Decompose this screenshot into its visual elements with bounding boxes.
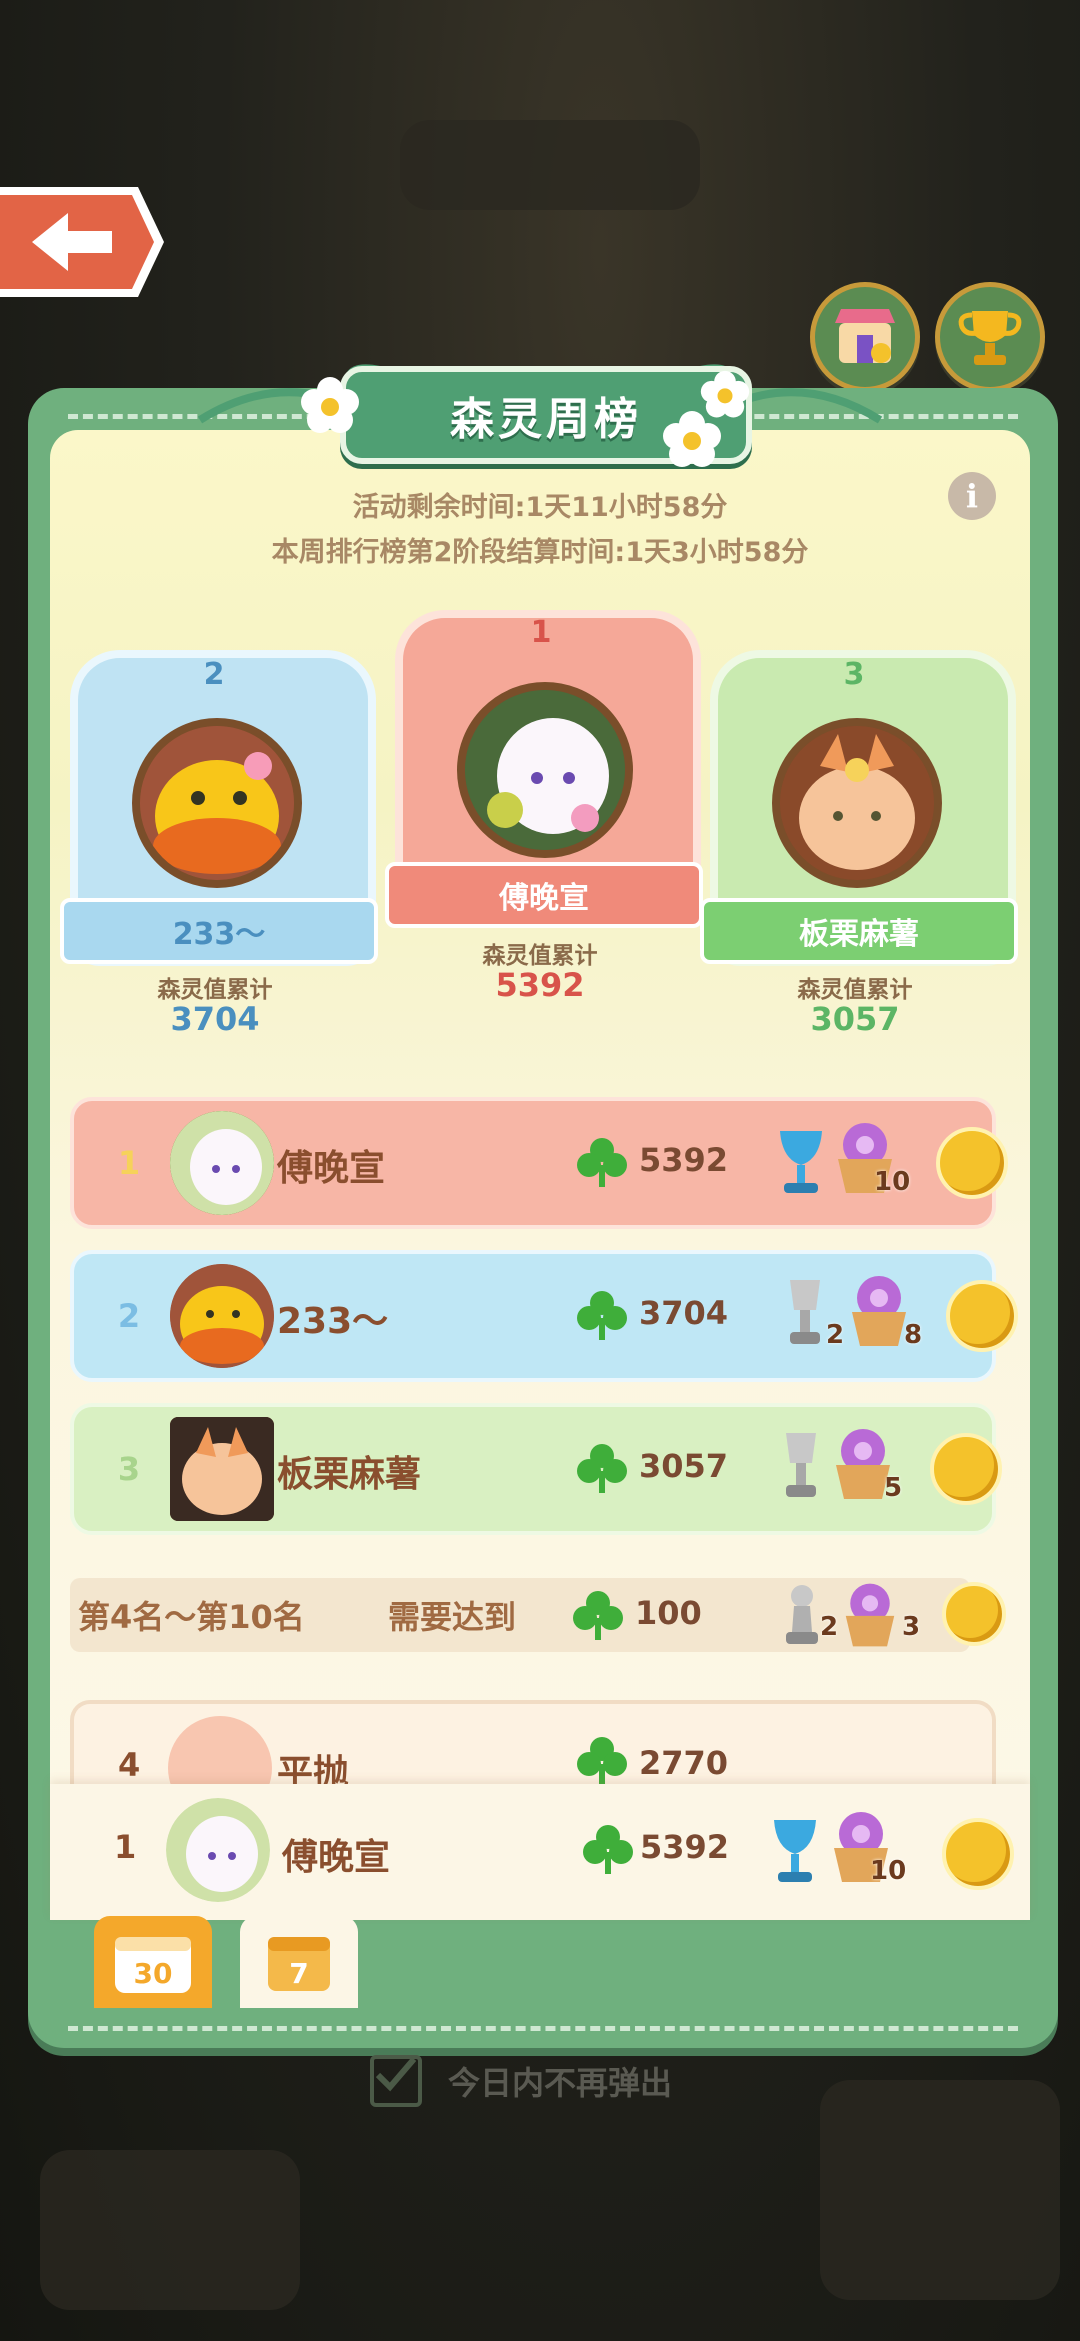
- tier-requirement-label: 需要达到: [388, 1598, 517, 1636]
- row-rank: 4: [118, 1746, 141, 1784]
- podium-rank-number: 1: [530, 615, 552, 650]
- row-rank: 3: [117, 1450, 141, 1488]
- tier-requirement-row: 第4名～第10名 需要达到 100 2 3: [70, 1578, 1006, 1652]
- podium-name: 板栗麻薯: [700, 898, 1018, 964]
- tier-rank-range: 第4名～第10名: [78, 1598, 305, 1636]
- row-name: 板栗麻薯: [277, 1454, 422, 1495]
- podium-rank-number: 2: [203, 657, 225, 692]
- basket-count: 10: [870, 1856, 907, 1886]
- row-score: 5392: [639, 1141, 729, 1179]
- podium-name: 233～: [60, 898, 378, 964]
- clover-icon: [573, 1591, 623, 1640]
- clover-icon: [577, 1737, 627, 1786]
- avatar: [132, 718, 302, 888]
- clover-icon: [577, 1138, 627, 1187]
- row-name: 平抛: [277, 1753, 350, 1788]
- trophy-icon-button[interactable]: [935, 282, 1045, 392]
- settlement-time: 本周排行榜第2阶段结算时间:1天3小时58分: [271, 537, 809, 568]
- clover-icon: [577, 1291, 627, 1340]
- clover-icon: [583, 1825, 633, 1874]
- leaderboard-row-4[interactable]: 4 平抛 2770: [70, 1700, 996, 1788]
- row-score: 3057: [639, 1447, 729, 1485]
- avatar: [170, 1417, 274, 1521]
- panel-border-bottom: [68, 2026, 1018, 2031]
- row-score: 2770: [639, 1744, 729, 1782]
- avatar: [457, 682, 633, 858]
- podium-score-label: 森灵值累计: [797, 977, 913, 1003]
- silver-trophy-icon: [790, 1280, 820, 1344]
- leaderboard-row-3[interactable]: 3 板栗麻薯 3057 5: [70, 1403, 1002, 1535]
- background-decoration: [400, 120, 700, 210]
- my-name: 傅晚宣: [282, 1837, 391, 1878]
- podium-score: 3704: [170, 1000, 260, 1038]
- tab-label: 7: [289, 1957, 308, 1990]
- back-button[interactable]: [0, 183, 168, 301]
- my-score: 5392: [640, 1828, 730, 1866]
- row-name: 傅晚宣: [277, 1148, 386, 1189]
- row-score: 3704: [639, 1294, 729, 1332]
- tab-7-day[interactable]: 7: [240, 1916, 358, 2008]
- silver-pawn-icon: [786, 1585, 818, 1644]
- coin-icon: [936, 1127, 1008, 1199]
- blue-trophy-icon: [774, 1820, 816, 1882]
- clover-icon: [577, 1444, 627, 1493]
- avatar: [168, 1716, 272, 1788]
- calendar-30-icon: 30: [115, 1937, 191, 1993]
- basket-count: 5: [884, 1473, 903, 1503]
- tab-label: 30: [134, 1957, 173, 1990]
- my-rank-row[interactable]: 1 傅晚宣 5392 10: [50, 1784, 1030, 1920]
- activity-remaining-time: 活动剩余时间:1天11小时58分: [352, 492, 728, 523]
- background-decoration: [40, 2150, 300, 2310]
- row-rank: 2: [117, 1297, 141, 1335]
- avatar: [170, 1111, 274, 1215]
- dont-show-today-toggle[interactable]: 今日内不再弹出: [370, 2055, 672, 2107]
- coin-icon: [942, 1818, 1014, 1890]
- flower-basket-icon: [845, 1583, 895, 1647]
- flower-icon: [301, 377, 359, 433]
- info-icon[interactable]: i: [948, 472, 996, 520]
- checkmark-icon: [375, 2057, 416, 2092]
- silver-trophy-icon: [786, 1433, 816, 1497]
- leaderboard-row-2[interactable]: 2 233～ 3704 2 8: [70, 1250, 1018, 1382]
- podium-score: 5392: [495, 966, 585, 1004]
- flower-basket-icon: [852, 1276, 906, 1346]
- background-decoration: [820, 2080, 1060, 2300]
- trophy-count: 2: [826, 1320, 845, 1350]
- calendar-7-icon: 7: [268, 1937, 330, 1991]
- checkbox[interactable]: [370, 2055, 422, 2107]
- tab-30-day[interactable]: 30: [94, 1916, 212, 2008]
- blue-trophy-icon: [780, 1131, 822, 1193]
- podium-name: 傅晚宣: [385, 862, 703, 928]
- trophy-count: 2: [820, 1612, 839, 1642]
- coin-icon: [942, 1582, 1006, 1646]
- avatar: [170, 1264, 274, 1368]
- my-rank: 1: [114, 1828, 137, 1866]
- podium-score: 3057: [810, 1000, 900, 1038]
- leaderboard-row-1[interactable]: 1 傅晚宣 5392 10: [70, 1097, 1008, 1229]
- row-rank: 1: [117, 1144, 141, 1182]
- flower-icon: [663, 411, 721, 467]
- podium-score-label: 森灵值累计: [157, 977, 273, 1003]
- podium-score-label: 森灵值累计: [482, 943, 598, 969]
- tier-score: 100: [635, 1594, 702, 1632]
- dont-show-today-label: 今日内不再弹出: [448, 2064, 673, 2102]
- coin-icon: [930, 1433, 1002, 1505]
- trophy-icon: [958, 311, 1022, 365]
- podium-rank-number: 3: [843, 657, 865, 692]
- avatar: [166, 1798, 270, 1902]
- basket-count: 3: [902, 1612, 921, 1642]
- basket-count: 8: [904, 1320, 923, 1350]
- basket-count: 10: [874, 1167, 911, 1197]
- row-name: 233～: [277, 1301, 389, 1342]
- page-title: 森灵周榜: [450, 394, 642, 445]
- coin-icon: [946, 1280, 1018, 1352]
- avatar: [772, 718, 942, 888]
